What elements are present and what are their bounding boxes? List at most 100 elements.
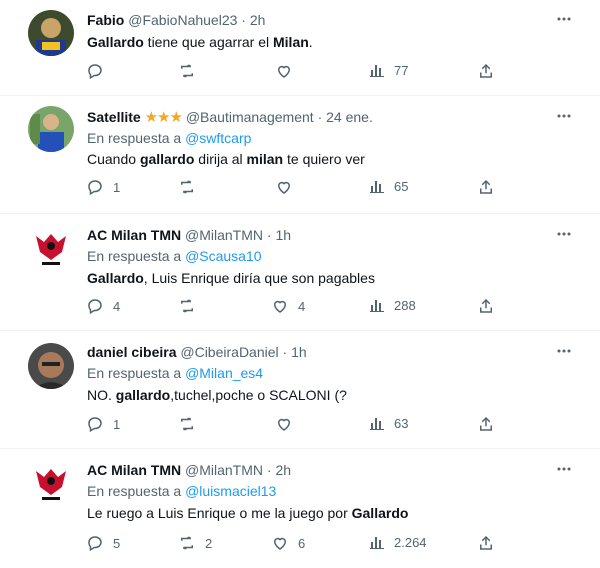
tweet-4[interactable]: daniel cibeira @CibeiraDaniel · 1h En re…	[0, 331, 600, 449]
reply-label: En respuesta a	[87, 130, 182, 146]
text-part: , Luis Enrique diría que son pagables	[143, 270, 375, 286]
tweet-1[interactable]: Fabio @FabioNahuel23 · 2h Gallardo tiene…	[0, 0, 600, 96]
share-icon	[480, 416, 492, 431]
share-button[interactable]	[477, 415, 495, 433]
tweet-2[interactable]: Satellite ★★★ @Bautimanagement · 24 ene.…	[0, 96, 600, 214]
retweet-icon	[181, 64, 193, 78]
display-name[interactable]: daniel cibeira	[87, 344, 176, 360]
like-icon	[277, 418, 291, 431]
retweet-button[interactable]	[178, 297, 205, 315]
separator: ·	[282, 344, 288, 360]
handle[interactable]: @MilanTMN	[185, 227, 263, 243]
reply-button[interactable]: 4	[86, 297, 120, 315]
action-bar: 1 65	[0, 178, 600, 198]
avatar[interactable]	[28, 106, 74, 152]
views-button[interactable]: 63	[369, 415, 408, 431]
reply-button[interactable]: 5	[86, 534, 120, 552]
timestamp[interactable]: 1h	[275, 227, 291, 243]
retweet-button[interactable]: 2	[178, 534, 212, 552]
display-name[interactable]: Satellite	[87, 109, 141, 125]
handle[interactable]: @MilanTMN	[185, 462, 263, 478]
share-icon	[480, 298, 492, 313]
reply-button[interactable]: 1	[86, 415, 120, 433]
like-button[interactable]	[275, 415, 302, 433]
like-button[interactable]: 4	[271, 297, 305, 315]
reply-count: 1	[113, 416, 121, 432]
like-icon	[277, 65, 291, 78]
share-icon	[480, 179, 492, 194]
tweet-5[interactable]: AC Milan TMN @MilanTMN · 2h En respuesta…	[0, 449, 600, 568]
reply-icon	[88, 536, 102, 552]
views-count: 63	[394, 415, 409, 431]
views-button[interactable]: 2.264	[369, 534, 427, 550]
more-icon[interactable]	[556, 343, 572, 361]
separator: ·	[266, 462, 272, 478]
text-part: tiene que agarrar el	[143, 34, 273, 50]
timestamp[interactable]: 2h	[250, 12, 266, 28]
display-name[interactable]: AC Milan TMN	[87, 462, 181, 478]
action-bar: 5 2 6 2.264	[0, 534, 600, 554]
timestamp[interactable]: 1h	[291, 344, 307, 360]
like-button[interactable]	[275, 62, 302, 80]
reply-to-link[interactable]: @luismaciel13	[185, 483, 276, 499]
timestamp[interactable]: 24 ene.	[326, 109, 373, 125]
separator: ·	[241, 12, 246, 28]
handle[interactable]: @FabioNahuel23	[128, 12, 237, 28]
retweet-count: 2	[205, 535, 213, 551]
share-button[interactable]	[477, 534, 495, 552]
star-badge-icon: ★★★	[144, 109, 183, 126]
retweet-button[interactable]	[178, 62, 205, 80]
handle[interactable]: @Bautimanagement	[186, 109, 314, 125]
display-name[interactable]: AC Milan TMN	[87, 227, 181, 243]
tweet-3[interactable]: AC Milan TMN @MilanTMN · 1h En respuesta…	[0, 214, 600, 331]
tweet-text: Gallardo, Luis Enrique diría que son pag…	[87, 269, 375, 287]
reply-button[interactable]: 1	[86, 178, 120, 196]
avatar[interactable]	[28, 226, 74, 272]
text-part: .	[308, 34, 313, 50]
share-icon	[480, 63, 492, 78]
like-button[interactable]: 6	[271, 534, 305, 552]
display-name[interactable]: Fabio	[87, 12, 124, 28]
reply-label: En respuesta a	[87, 248, 182, 264]
views-icon	[370, 300, 384, 312]
timestamp[interactable]: 2h	[275, 462, 291, 478]
views-button[interactable]: 77	[369, 62, 408, 78]
text-bold: Gallardo	[87, 34, 144, 50]
reply-icon	[88, 64, 102, 80]
reply-to-link[interactable]: @Scausa10	[185, 248, 261, 264]
like-icon	[277, 181, 291, 194]
reply-count: 4	[113, 298, 121, 314]
reply-context: En respuesta a @luismaciel13	[87, 482, 276, 500]
handle[interactable]: @CibeiraDaniel	[180, 344, 278, 360]
retweet-icon	[181, 536, 193, 550]
avatar[interactable]	[28, 10, 74, 56]
retweet-icon	[181, 299, 193, 313]
reply-icon	[88, 299, 102, 315]
more-icon[interactable]	[556, 461, 572, 479]
more-icon[interactable]	[556, 108, 572, 126]
reply-context: En respuesta a @Milan_es4	[87, 364, 263, 382]
views-button[interactable]: 65	[369, 178, 408, 194]
views-button[interactable]: 288	[369, 297, 416, 313]
retweet-button[interactable]	[178, 178, 205, 196]
share-button[interactable]	[477, 297, 495, 315]
like-button[interactable]	[275, 178, 302, 196]
reply-to-link[interactable]: @Milan_es4	[185, 365, 263, 381]
like-count: 4	[298, 298, 306, 314]
separator: ·	[317, 109, 323, 125]
avatar[interactable]	[28, 461, 74, 507]
reply-count: 1	[113, 179, 121, 195]
share-button[interactable]	[477, 62, 495, 80]
share-button[interactable]	[477, 178, 495, 196]
reply-to-link[interactable]: @swftcarp	[185, 130, 251, 146]
like-icon	[273, 537, 287, 550]
reply-button[interactable]	[86, 62, 113, 80]
more-icon[interactable]	[556, 226, 572, 244]
retweet-button[interactable]	[178, 415, 205, 433]
reply-label: En respuesta a	[87, 483, 182, 499]
more-icon[interactable]	[556, 11, 572, 29]
tweet-text: NO. gallardo,tuchel,poche o SCALONI (?	[87, 386, 347, 404]
like-count: 6	[298, 535, 306, 551]
views-icon	[370, 65, 384, 77]
avatar[interactable]	[28, 343, 74, 389]
